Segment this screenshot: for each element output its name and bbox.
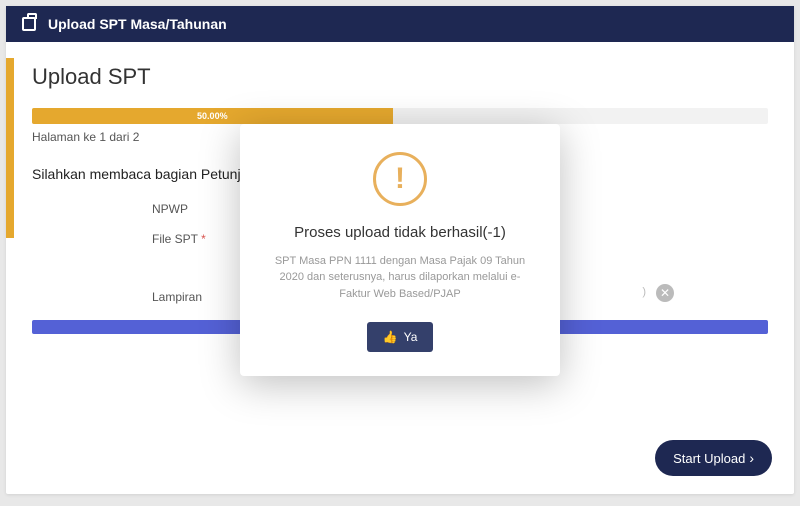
modal-title: Proses upload tidak berhasil(-1) [264, 224, 536, 241]
warning-glyph: ! [395, 162, 405, 196]
modal-ok-button[interactable]: 👍 Ya [367, 322, 434, 352]
modal-overlay: ! Proses upload tidak berhasil(-1) SPT M… [6, 6, 794, 494]
error-modal: ! Proses upload tidak berhasil(-1) SPT M… [240, 124, 560, 377]
warning-icon: ! [373, 152, 427, 206]
thumbs-up-icon: 👍 [383, 330, 398, 344]
app-frame: Upload SPT Masa/Tahunan Upload SPT 50.00… [6, 6, 794, 494]
modal-body: SPT Masa PPN 1111 dengan Masa Pajak 09 T… [264, 253, 536, 303]
modal-ok-label: Ya [404, 330, 418, 344]
